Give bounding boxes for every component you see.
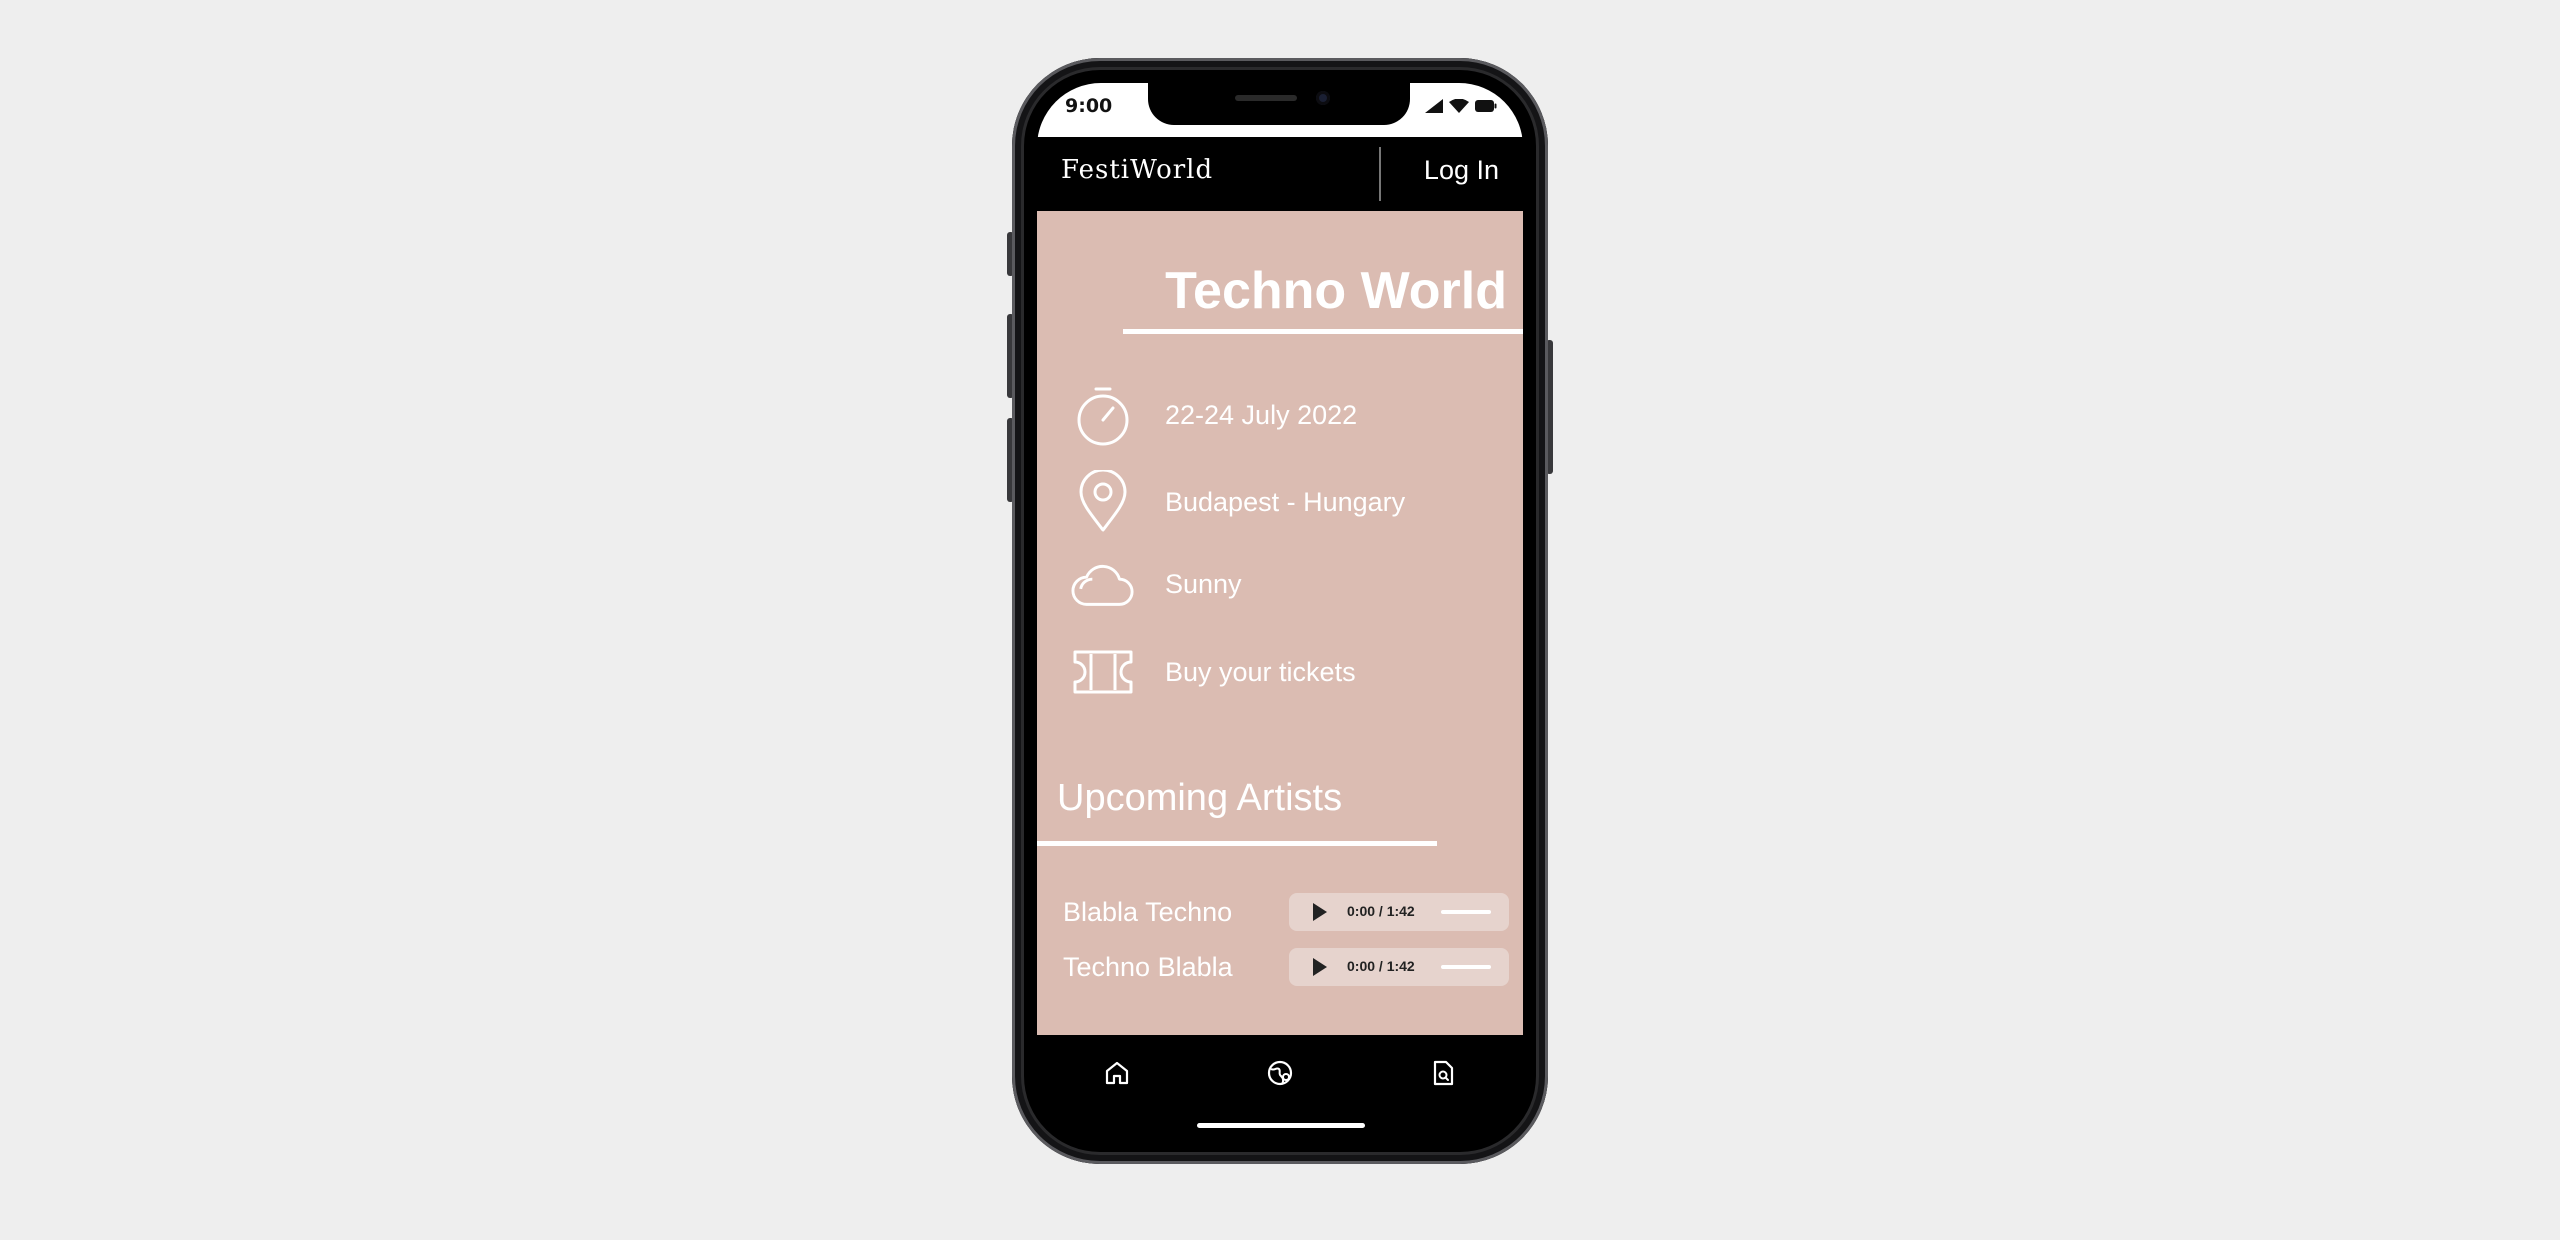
cloud-icon bbox=[1071, 552, 1135, 616]
track-row: Blabla Techno 0:00 / 1:42 bbox=[1037, 893, 1523, 933]
track-row: Techno Blabla 0:00 / 1:42 bbox=[1037, 948, 1523, 988]
status-bar: 9:00 bbox=[1037, 83, 1523, 137]
play-icon[interactable] bbox=[1313, 958, 1327, 976]
battery-icon bbox=[1475, 100, 1497, 112]
festival-location: Budapest - Hungary bbox=[1165, 486, 1406, 517]
home-indicator[interactable] bbox=[1197, 1123, 1365, 1128]
app-bar: FestiWorld Log In bbox=[1037, 137, 1523, 211]
status-time: 9:00 bbox=[1065, 95, 1113, 117]
festival-date: 22-24 July 2022 bbox=[1165, 399, 1358, 430]
track-name: Blabla Techno bbox=[1063, 897, 1233, 927]
notch bbox=[1148, 83, 1410, 125]
festival-content: Techno World 22-24 July 2022 Budapest - … bbox=[1037, 211, 1523, 1035]
app-logo[interactable]: FestiWorld bbox=[1061, 155, 1213, 185]
festival-weather: Sunny bbox=[1165, 568, 1242, 599]
info-row-weather: Sunny bbox=[1071, 554, 1511, 614]
nav-search-documents[interactable] bbox=[1421, 1051, 1465, 1095]
login-button[interactable]: Log In bbox=[1424, 155, 1499, 186]
info-row-date: 22-24 July 2022 bbox=[1071, 383, 1511, 447]
info-row-location: Budapest - Hungary bbox=[1071, 470, 1511, 534]
status-icons bbox=[1425, 99, 1497, 113]
document-search-icon bbox=[1433, 1060, 1454, 1086]
cellular-signal-icon bbox=[1425, 99, 1443, 113]
home-icon bbox=[1105, 1061, 1129, 1085]
bottom-nav bbox=[1037, 1035, 1523, 1139]
volume-slider[interactable] bbox=[1441, 910, 1491, 914]
volume-slider[interactable] bbox=[1441, 965, 1491, 969]
ticket-icon bbox=[1071, 640, 1135, 704]
title-underline bbox=[1123, 329, 1523, 334]
stopwatch-icon bbox=[1071, 383, 1135, 447]
nav-explore[interactable] bbox=[1258, 1051, 1302, 1095]
buy-tickets-label[interactable]: Buy your tickets bbox=[1165, 657, 1356, 688]
wifi-icon bbox=[1449, 99, 1469, 113]
upcoming-artists-heading: Upcoming Artists bbox=[1057, 777, 1343, 819]
globe-icon bbox=[1267, 1060, 1293, 1086]
front-camera bbox=[1316, 91, 1330, 105]
play-icon[interactable] bbox=[1313, 903, 1327, 921]
phone-screen: 9:00 FestiWorld Log In Techno World 22-2… bbox=[1037, 83, 1523, 1139]
festival-title: Techno World bbox=[1165, 262, 1507, 320]
app-bar-divider bbox=[1379, 147, 1381, 201]
buy-tickets-link[interactable]: Buy your tickets bbox=[1071, 642, 1511, 702]
nav-home[interactable] bbox=[1095, 1051, 1139, 1095]
location-pin-icon bbox=[1071, 470, 1135, 534]
audio-time: 0:00 / 1:42 bbox=[1347, 958, 1415, 974]
section-underline bbox=[1037, 841, 1437, 846]
audio-time: 0:00 / 1:42 bbox=[1347, 903, 1415, 919]
audio-player[interactable]: 0:00 / 1:42 bbox=[1289, 948, 1509, 986]
track-name: Techno Blabla bbox=[1063, 952, 1233, 982]
speaker bbox=[1235, 95, 1297, 101]
audio-player[interactable]: 0:00 / 1:42 bbox=[1289, 893, 1509, 931]
